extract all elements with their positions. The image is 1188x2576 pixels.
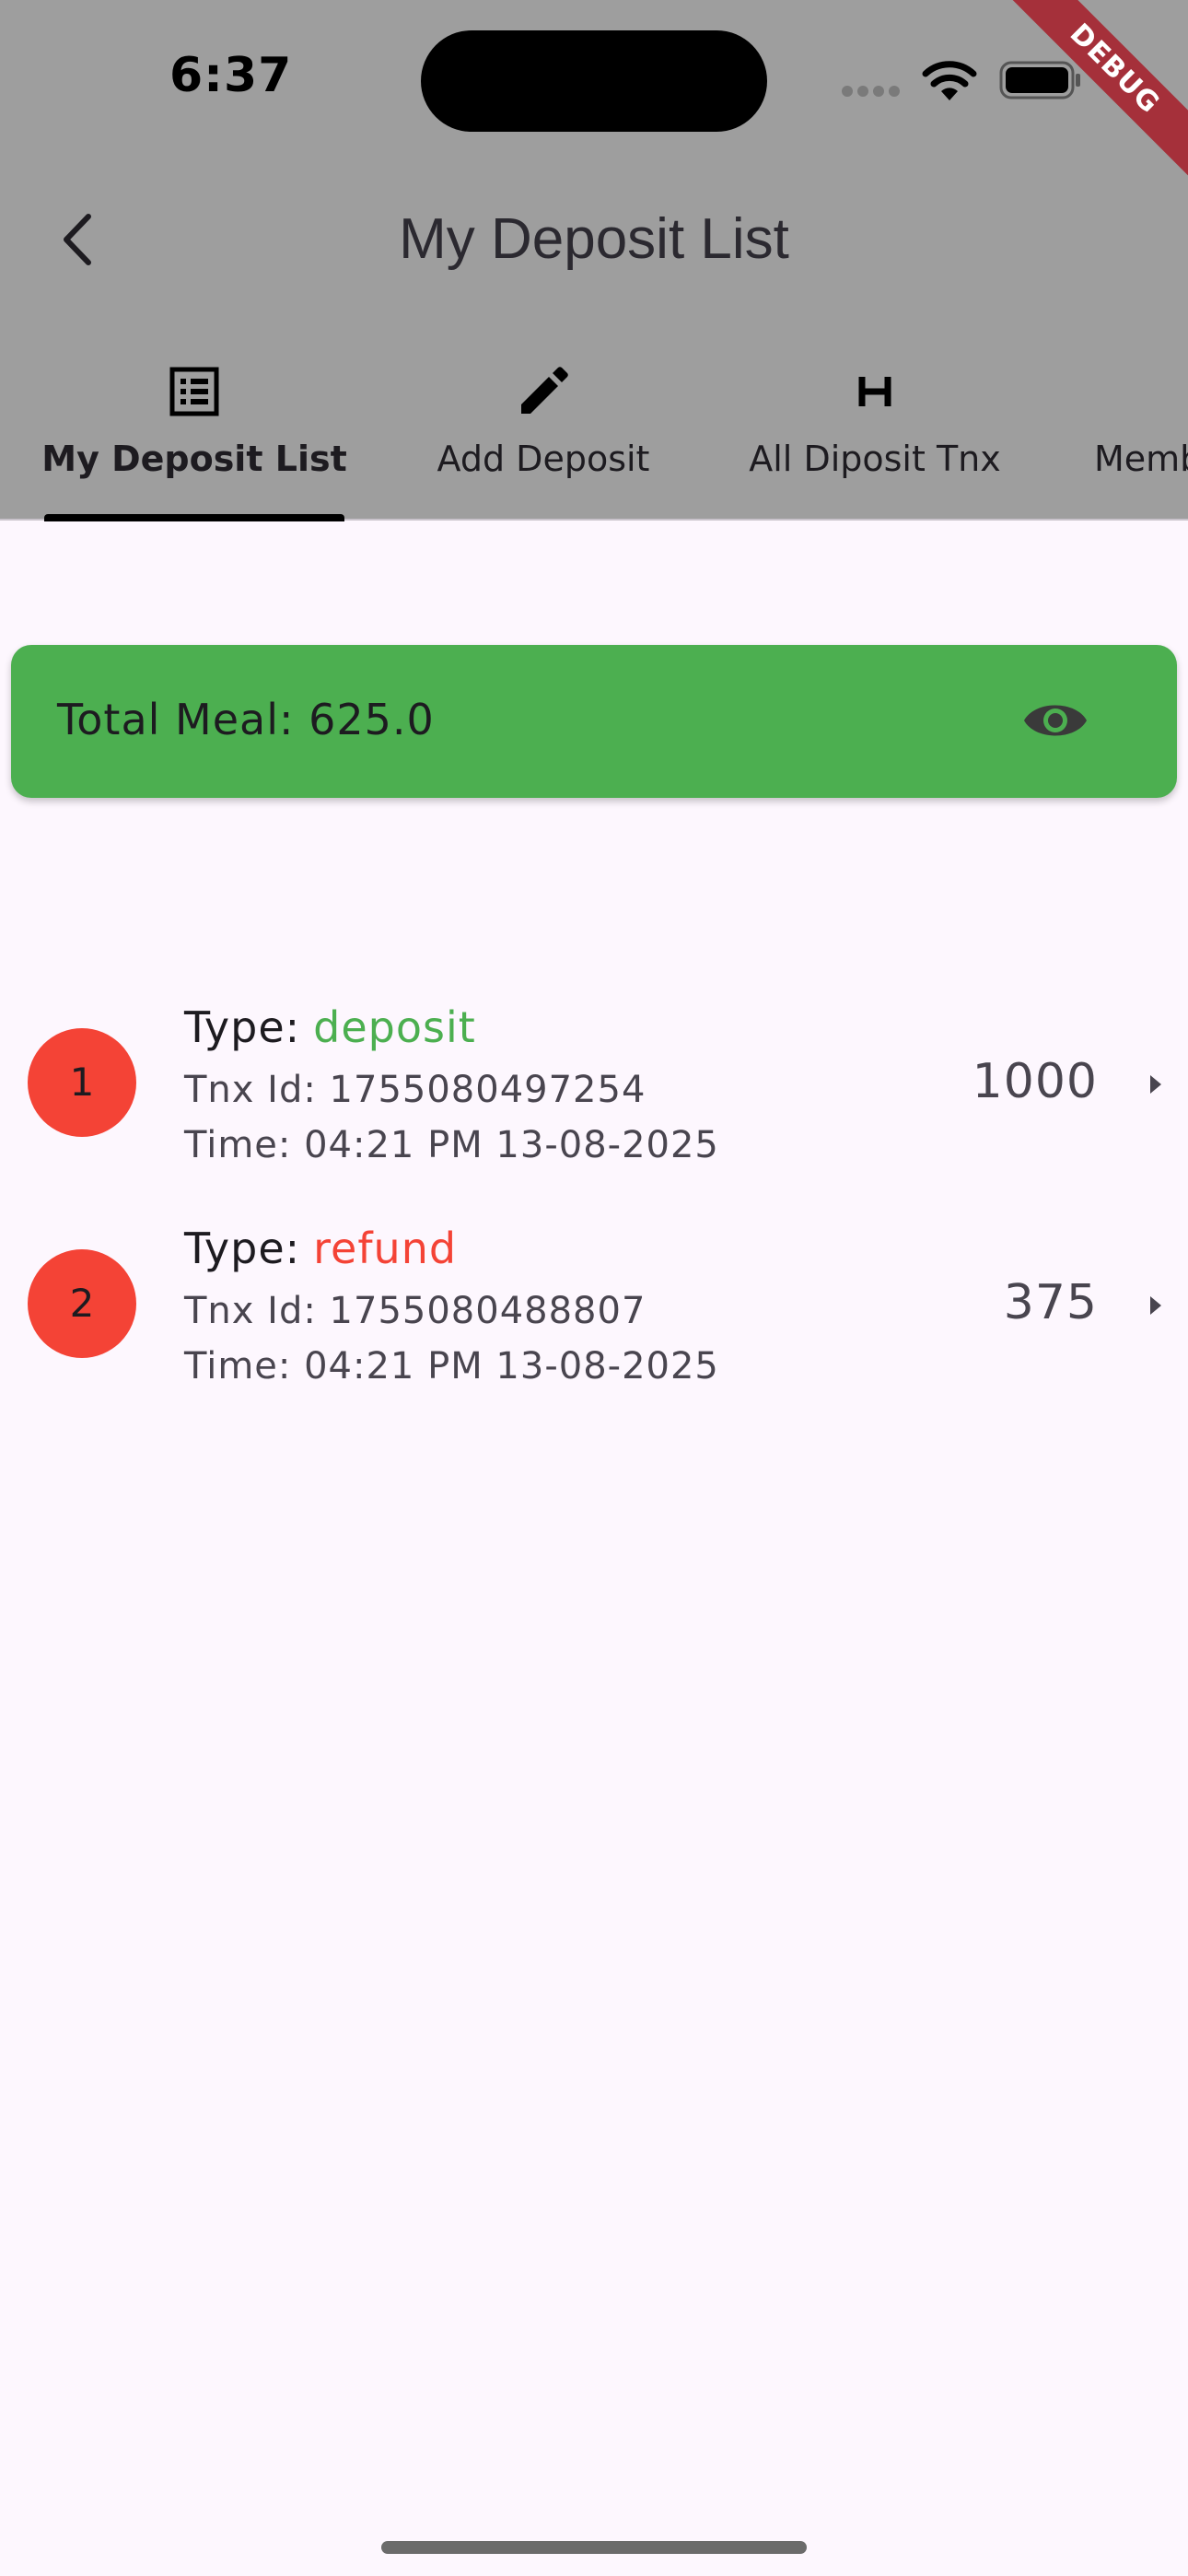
tab-add-deposit[interactable]: Add Deposit xyxy=(405,359,681,507)
tnx-time: Time: 04:21 PM 13-08-2025 xyxy=(184,1345,719,1388)
total-meal-text: Total Meal: 625.0 xyxy=(57,695,435,744)
tab-bar: My Deposit List Add Deposit All Diposit … xyxy=(0,350,1188,521)
list-item[interactable]: 1 Type: deposit Tnx Id: 1755080497254 Tim… xyxy=(0,977,1188,1198)
arrow-right-icon xyxy=(1150,1296,1161,1315)
tnx-id: Tnx Id: 1755080488807 xyxy=(184,1290,646,1332)
tnx-id: Tnx Id: 1755080497254 xyxy=(184,1069,646,1111)
amount: 1000 xyxy=(972,1054,1098,1109)
type-value: deposit xyxy=(313,1002,476,1052)
tab-label: All Diposit Tnx xyxy=(749,439,1001,479)
type-label: Type: xyxy=(184,1224,301,1273)
item-type: Type: refund xyxy=(184,1224,457,1273)
wifi-icon xyxy=(922,61,977,100)
tab-all-diposit-tnx[interactable]: All Diposit Tnx xyxy=(728,359,1022,507)
page-title: My Deposit List xyxy=(399,207,789,271)
cellular-signal-icon xyxy=(842,83,906,100)
screen: 6:37 DEBUG My Deposit List My Deposit Li… xyxy=(0,0,1188,2576)
arrow-right-icon xyxy=(1150,1075,1161,1094)
tab-indicator xyxy=(44,514,344,521)
type-label: Type: xyxy=(184,1002,301,1052)
tab-label: Add Deposit xyxy=(437,439,650,479)
tab-label: Memb xyxy=(1094,439,1188,479)
index-avatar: 1 xyxy=(28,1028,136,1137)
h-letter-icon xyxy=(858,377,891,406)
tnx-time: Time: 04:21 PM 13-08-2025 xyxy=(184,1124,719,1166)
home-indicator[interactable] xyxy=(381,2541,807,2554)
tab-members[interactable]: Memb xyxy=(1094,359,1188,507)
type-value: refund xyxy=(313,1224,458,1273)
debug-banner: DEBUG xyxy=(1004,0,1188,184)
status-time: 6:37 xyxy=(169,48,293,103)
debug-label: DEBUG xyxy=(1004,0,1188,183)
item-type: Type: deposit xyxy=(184,1002,476,1052)
header-area: 6:37 DEBUG My Deposit List My Deposit Li… xyxy=(0,0,1188,521)
app-bar: My Deposit List xyxy=(0,175,1188,304)
list-alt-icon xyxy=(169,367,219,416)
list-item[interactable]: 2 Type: refund Tnx Id: 1755080488807 Time… xyxy=(0,1198,1188,1419)
tab-my-deposit-list[interactable]: My Deposit List xyxy=(35,359,354,507)
pencil-icon xyxy=(521,367,568,414)
eye-icon[interactable] xyxy=(1022,693,1089,748)
total-meal-card: Total Meal: 625.0 xyxy=(11,645,1177,798)
tab-label: My Deposit List xyxy=(41,439,347,479)
amount: 375 xyxy=(1003,1275,1098,1330)
index-avatar: 2 xyxy=(28,1249,136,1358)
dynamic-island xyxy=(421,30,767,132)
